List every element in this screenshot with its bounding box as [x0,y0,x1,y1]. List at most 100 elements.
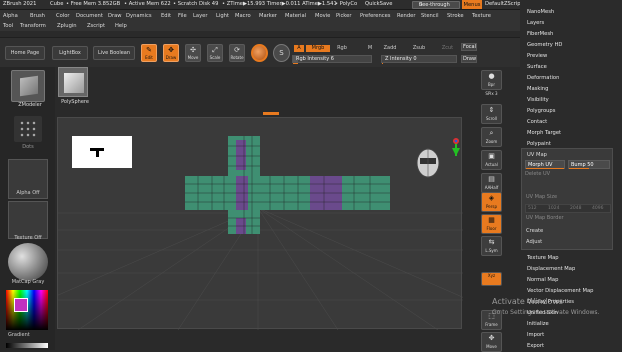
quicksave-button[interactable]: QuickSave [365,1,392,7]
menu-preview[interactable]: Preview [527,53,547,59]
draw-mode-button[interactable]: ✥ Draw [163,44,179,62]
menu-transform[interactable]: Transform [20,23,46,29]
menu-layer[interactable]: Layer [193,13,207,19]
z-intensity-slider[interactable]: Z Intensity 0 [381,55,457,64]
rotate-mode-button[interactable]: ⟳ Rotate [229,44,245,62]
menu-initialize[interactable]: Initialize [527,321,549,327]
menu-file[interactable]: File [178,13,187,19]
uv-size-512[interactable]: 512 [528,206,537,211]
a-toggle[interactable]: A [294,45,304,52]
menu-export[interactable]: Export [527,343,544,349]
menus-button[interactable]: Menus [462,0,482,9]
menu-preferences[interactable]: Preferences [360,13,391,19]
uv-map-border-slider[interactable]: UV Map Border [526,215,564,221]
menu-normal-map[interactable]: Normal Map [527,277,558,283]
axis-gizmo[interactable] [452,138,460,156]
menu-zscript[interactable]: Zscript [87,23,105,29]
menu-morph-target[interactable]: Morph Target [527,130,561,136]
bpr-render-button[interactable]: ● Bpr [481,70,502,90]
uv-size-2048[interactable]: 2048 [570,206,581,211]
menu-texture-map[interactable]: Texture Map [527,255,559,261]
scroll-button[interactable]: ⇕ Scroll [481,104,502,124]
menu-marker[interactable]: Marker [259,13,277,19]
matcap-gray-sphere[interactable] [8,243,48,281]
menu-stroke[interactable]: Stroke [447,13,464,19]
texture-thumb[interactable] [8,201,48,239]
menu-render[interactable]: Render [397,13,415,19]
xyz-button[interactable]: Xyz [481,272,502,286]
menu-picker[interactable]: Picker [336,13,351,19]
menu-geometry-hd[interactable]: Geometry HD [527,42,562,48]
zadd-button[interactable]: Zadd [381,45,399,52]
adjust-button[interactable]: Adjust [526,239,542,245]
persp-button[interactable]: ◈ Persp [481,192,502,212]
spix-setting[interactable]: SPix 3 [481,91,502,101]
menu-surface[interactable]: Surface [527,64,547,70]
menu-document[interactable]: Document [76,13,103,19]
menu-layers[interactable]: Layers [527,20,544,26]
scale-mode-button[interactable]: ⤢ Scale [207,44,223,62]
menu-material[interactable]: Material [285,13,306,19]
menu-macro[interactable]: Macro [235,13,251,19]
morph-uv-button[interactable]: Morph UV [525,160,565,169]
menu-zplugin[interactable]: Zplugin [57,23,77,29]
menu-polygroups[interactable]: Polygroups [527,108,555,114]
menu-alpha[interactable]: Alpha [3,13,18,19]
uv-map-title[interactable]: UV Map [527,152,547,158]
uv-map-size-options[interactable]: 512 1024 2048 4096 [525,204,611,213]
draw-size-slider[interactable]: Draw [461,55,477,63]
uv-size-4096[interactable]: 4096 [592,206,603,211]
zcut-button[interactable]: Zcut [440,45,455,52]
move-mode-button[interactable]: ✣ Move [185,44,201,62]
zoom-button[interactable]: ⌕ Zoom [481,127,502,147]
menu-dynamics[interactable]: Dynamics [126,13,152,19]
zsub-button[interactable]: Zsub [410,45,428,52]
polysphere-thumb[interactable] [58,67,88,97]
menu-stencil[interactable]: Stencil [421,13,439,19]
dots-stroke-thumb[interactable] [14,116,42,142]
move-view-button[interactable]: ✥ Move [481,332,502,352]
menu-help[interactable]: Help [115,23,127,29]
floor-button[interactable]: ▦ Floor [481,214,502,234]
gradient-bar[interactable] [6,343,48,348]
menu-nanomesh[interactable]: NanoMesh [527,9,554,15]
default-zscript[interactable]: DefaultZScript [485,1,523,7]
menu-import[interactable]: Import [527,332,544,338]
rgb-button[interactable]: Rgb [334,45,350,52]
rgb-intensity-slider[interactable]: Rgb Intensity 6 [292,55,372,64]
stroke-icon[interactable]: S [273,44,290,62]
live-boolean-button[interactable]: Live Boolean [93,46,135,60]
focal-shift-slider[interactable]: Focal [461,43,477,51]
menu-deformation[interactable]: Deformation [527,75,559,81]
actual-button[interactable]: ▣ Actual [481,150,502,170]
menu-brush[interactable]: Brush [30,13,45,19]
lightbox-button[interactable]: LightBox [52,46,88,60]
uv-size-1024[interactable]: 1024 [548,206,559,211]
mrgb-button[interactable]: Mrgb [306,45,330,52]
zmodeler-brush-thumb[interactable] [11,70,45,102]
material-sphere-icon[interactable] [251,44,268,62]
navigation-thumbnail[interactable] [72,136,132,168]
bump-slider[interactable]: Bump 50 [568,160,610,169]
menu-movie[interactable]: Movie [315,13,330,19]
m-button[interactable]: M [365,45,375,52]
home-page-button[interactable]: Home Page [5,46,45,60]
menu-vector-displacement-map[interactable]: Vector Displacement Map [527,288,593,294]
delete-uv-button[interactable]: Delete UV [525,171,555,179]
timeline-marker[interactable] [263,112,279,115]
menu-displacement-map[interactable]: Displacement Map [527,266,575,272]
menu-tool[interactable]: Tool [3,23,13,29]
edit-mode-button[interactable]: ✎ Edit [141,44,157,62]
menu-draw[interactable]: Draw [108,13,122,19]
lsym-button[interactable]: ⇆ L.Sym [481,236,502,256]
menu-texture[interactable]: Texture [472,13,491,19]
menu-edit[interactable]: Edit [161,13,171,19]
head-orientation-icon[interactable] [416,148,440,178]
menu-color[interactable]: Color [56,13,70,19]
menu-visibility[interactable]: Visibility [527,97,549,103]
see-through-slider[interactable]: See-through 0 [412,1,460,9]
create-button[interactable]: Create [526,228,543,234]
aahalf-button[interactable]: ▤ AAHalf [481,173,502,193]
viewport-canvas[interactable] [0,117,539,331]
color-picker[interactable] [6,290,48,330]
